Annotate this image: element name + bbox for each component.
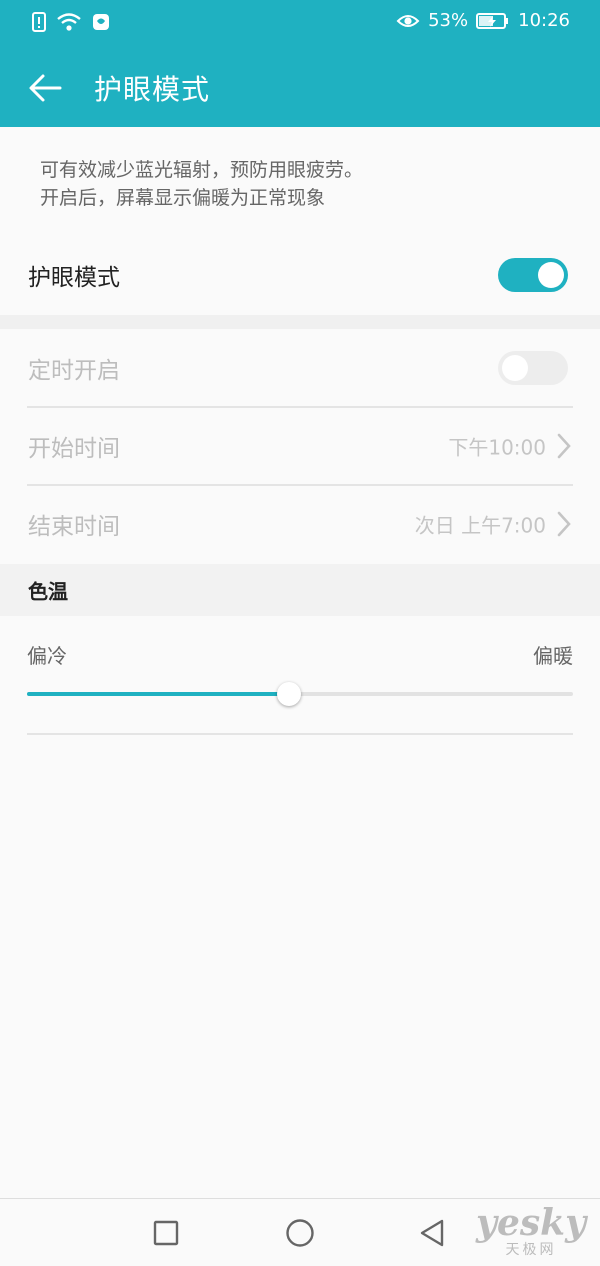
page-title: 护眼模式 <box>94 73 211 106</box>
schedule-label: 定时开启 <box>28 358 120 384</box>
chevron-right-icon <box>557 511 571 537</box>
start-time-label: 开始时间 <box>28 436 120 462</box>
recents-square-icon <box>153 1220 179 1246</box>
slider-fill <box>27 692 290 696</box>
divider <box>27 733 573 735</box>
top-bar: 53% 10:26 护眼模式 <box>0 0 600 127</box>
eye-mode-toggle[interactable] <box>498 258 568 292</box>
status-bar: 53% 10:26 <box>0 0 600 48</box>
back-button[interactable] <box>20 66 70 110</box>
battery-percent: 53% <box>428 10 469 31</box>
end-time-value: 次日 上午7:00 <box>414 513 546 538</box>
color-temp-header: 色温 <box>0 564 600 616</box>
watermark-logo: yesky 天极网 <box>476 1204 586 1258</box>
eye-icon <box>396 12 420 30</box>
arrow-left-icon <box>29 74 62 102</box>
eye-mode-label: 护眼模式 <box>28 265 120 291</box>
recents-button[interactable] <box>146 1213 186 1253</box>
back-triangle-icon <box>420 1219 444 1247</box>
watermark-subtext: 天极网 <box>505 1242 557 1258</box>
app-shield-icon <box>92 13 110 31</box>
status-time: 10:26 <box>518 10 570 31</box>
slider-thumb[interactable] <box>277 682 302 706</box>
status-left <box>32 12 110 32</box>
wifi-icon <box>56 12 82 32</box>
end-time-row[interactable]: 结束时间 次日 上午7:00 <box>0 485 600 563</box>
status-right: 53% 10:26 <box>396 10 570 31</box>
color-temp-slider[interactable] <box>27 680 573 708</box>
warm-label: 偏暖 <box>533 644 573 668</box>
start-time-value: 下午10:00 <box>448 435 546 460</box>
description: 可有效减少蓝光辐射，预防用眼疲劳。 开启后，屏幕显示偏暖为正常现象 <box>40 156 570 212</box>
sim-alert-icon <box>32 12 46 32</box>
home-circle-icon <box>286 1219 314 1247</box>
section-separator <box>0 315 600 329</box>
watermark-text: yesky <box>476 1202 586 1244</box>
screen: 53% 10:26 护眼模式 可有效减少蓝光辐射，预防用眼疲劳。 开启后，屏幕显… <box>0 0 600 1266</box>
start-time-row[interactable]: 开始时间 下午10:00 <box>0 407 600 485</box>
color-temp-title: 色温 <box>28 579 68 604</box>
home-button[interactable] <box>280 1213 320 1253</box>
toggle-knob <box>538 262 564 288</box>
nav-back-button[interactable] <box>412 1213 452 1253</box>
toggle-knob <box>502 355 528 381</box>
battery-charging-icon <box>476 12 510 30</box>
app-bar: 护眼模式 <box>0 48 600 127</box>
end-time-label: 结束时间 <box>28 514 120 540</box>
cool-label: 偏冷 <box>27 644 67 668</box>
description-line-1: 可有效减少蓝光辐射，预防用眼疲劳。 <box>40 159 364 181</box>
description-line-2: 开启后，屏幕显示偏暖为正常现象 <box>40 187 326 209</box>
chevron-right-icon <box>557 433 571 459</box>
schedule-toggle[interactable] <box>498 351 568 385</box>
eye-mode-row[interactable]: 护眼模式 <box>0 236 600 314</box>
schedule-row[interactable]: 定时开启 <box>0 329 600 407</box>
